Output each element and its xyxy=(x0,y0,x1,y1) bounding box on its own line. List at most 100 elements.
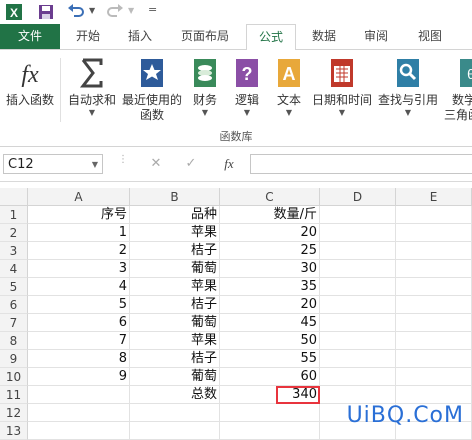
cell-c6[interactable]: 20 xyxy=(220,296,320,314)
cell-a11[interactable] xyxy=(28,386,130,404)
row-header[interactable]: 8 xyxy=(0,332,28,350)
tab-insert[interactable]: 插入 xyxy=(116,24,164,49)
cell-b7[interactable]: 葡萄 xyxy=(130,314,220,332)
enter-icon[interactable]: ✓ xyxy=(180,155,202,173)
cell-d9[interactable] xyxy=(320,350,396,368)
cell-e6[interactable] xyxy=(396,296,472,314)
formula-input[interactable] xyxy=(250,154,472,174)
column-header-c[interactable]: C xyxy=(220,188,320,206)
column-header-e[interactable]: E xyxy=(396,188,472,206)
cell-b2[interactable]: 苹果 xyxy=(130,224,220,242)
cell-a9[interactable]: 8 xyxy=(28,350,130,368)
insert-function-fx-icon[interactable]: fx xyxy=(216,155,242,173)
cell-e7[interactable] xyxy=(396,314,472,332)
recent-functions-button[interactable]: 最近使用的 函数 xyxy=(120,56,184,123)
row-header[interactable]: 3 xyxy=(0,242,28,260)
cell-d8[interactable] xyxy=(320,332,396,350)
undo-icon[interactable] xyxy=(66,3,86,21)
name-box[interactable]: C12 ▼ xyxy=(3,154,103,174)
cell-d10[interactable] xyxy=(320,368,396,386)
cell-b13[interactable] xyxy=(130,422,220,440)
cell-d4[interactable] xyxy=(320,260,396,278)
undo-dropdown-icon[interactable]: ▼ xyxy=(89,6,95,15)
cell-a1[interactable]: 序号 xyxy=(28,206,130,224)
cell-e10[interactable] xyxy=(396,368,472,386)
row-header[interactable]: 4 xyxy=(0,260,28,278)
text-functions-button[interactable]: A 文本 ▼ xyxy=(270,56,308,118)
column-header-d[interactable]: D xyxy=(320,188,396,206)
row-header[interactable]: 12 xyxy=(0,404,28,422)
row-header[interactable]: 5 xyxy=(0,278,28,296)
tab-file[interactable]: 文件 xyxy=(0,24,60,49)
redo-icon[interactable] xyxy=(105,3,125,21)
save-icon[interactable] xyxy=(37,3,55,21)
cell-c2[interactable]: 20 xyxy=(220,224,320,242)
cell-a2[interactable]: 1 xyxy=(28,224,130,242)
column-header-b[interactable]: B xyxy=(130,188,220,206)
cell-e5[interactable] xyxy=(396,278,472,296)
row-header[interactable]: 6 xyxy=(0,296,28,314)
cell-c13[interactable] xyxy=(220,422,320,440)
row-header[interactable]: 1 xyxy=(0,206,28,224)
cell-c10[interactable]: 60 xyxy=(220,368,320,386)
row-header[interactable]: 10 xyxy=(0,368,28,386)
cell-c3[interactable]: 25 xyxy=(220,242,320,260)
math-trig-button[interactable]: θ 数学 三角函 xyxy=(444,56,472,123)
chevron-down-icon[interactable]: ▼ xyxy=(92,155,98,175)
cell-b8[interactable]: 苹果 xyxy=(130,332,220,350)
cell-a5[interactable]: 4 xyxy=(28,278,130,296)
cell-c8[interactable]: 50 xyxy=(220,332,320,350)
column-header-a[interactable]: A xyxy=(28,188,130,206)
logical-button[interactable]: ? 逻辑 ▼ xyxy=(228,56,266,118)
cell-c9[interactable]: 55 xyxy=(220,350,320,368)
cell-e4[interactable] xyxy=(396,260,472,278)
tab-formulas[interactable]: 公式 xyxy=(246,24,296,51)
cell-a3[interactable]: 2 xyxy=(28,242,130,260)
cell-e1[interactable] xyxy=(396,206,472,224)
tab-data[interactable]: 数据 xyxy=(302,24,346,49)
cell-b5[interactable]: 苹果 xyxy=(130,278,220,296)
cell-c5[interactable]: 35 xyxy=(220,278,320,296)
cell-b1[interactable]: 品种 xyxy=(130,206,220,224)
cell-b6[interactable]: 桔子 xyxy=(130,296,220,314)
cell-a4[interactable]: 3 xyxy=(28,260,130,278)
row-header[interactable]: 9 xyxy=(0,350,28,368)
row-header[interactable]: 2 xyxy=(0,224,28,242)
row-header[interactable]: 11 xyxy=(0,386,28,404)
autosum-button[interactable]: 自动求和 ▼ xyxy=(64,56,120,118)
cell-b10[interactable]: 葡萄 xyxy=(130,368,220,386)
cell-d11[interactable] xyxy=(320,386,396,404)
cell-d3[interactable] xyxy=(320,242,396,260)
cell-b11[interactable]: 总数 xyxy=(130,386,220,404)
cell-e2[interactable] xyxy=(396,224,472,242)
cell-a13[interactable] xyxy=(28,422,130,440)
cell-e3[interactable] xyxy=(396,242,472,260)
cell-d7[interactable] xyxy=(320,314,396,332)
cell-d2[interactable] xyxy=(320,224,396,242)
tab-review[interactable]: 审阅 xyxy=(352,24,400,49)
cell-e11[interactable] xyxy=(396,386,472,404)
cell-a12[interactable] xyxy=(28,404,130,422)
lookup-reference-button[interactable]: 查找与引用 ▼ xyxy=(376,56,440,118)
row-header[interactable]: 13 xyxy=(0,422,28,440)
cell-e8[interactable] xyxy=(396,332,472,350)
cell-b12[interactable] xyxy=(130,404,220,422)
cell-d5[interactable] xyxy=(320,278,396,296)
tab-view[interactable]: 视图 xyxy=(406,24,454,49)
cell-a7[interactable]: 6 xyxy=(28,314,130,332)
financial-button[interactable]: 财务 ▼ xyxy=(186,56,224,118)
cell-a10[interactable]: 9 xyxy=(28,368,130,386)
customize-toolbar-icon[interactable]: = xyxy=(148,3,157,16)
insert-function-button[interactable]: fx 插入函数 xyxy=(4,56,56,108)
cell-a8[interactable]: 7 xyxy=(28,332,130,350)
cell-a6[interactable]: 5 xyxy=(28,296,130,314)
select-all-corner[interactable] xyxy=(0,188,28,206)
cell-d1[interactable] xyxy=(320,206,396,224)
cell-b4[interactable]: 葡萄 xyxy=(130,260,220,278)
cell-c1[interactable]: 数量/斤 xyxy=(220,206,320,224)
cell-b9[interactable]: 桔子 xyxy=(130,350,220,368)
cell-c11[interactable]: 340 xyxy=(220,386,320,404)
tab-home[interactable]: 开始 xyxy=(64,24,112,49)
row-header[interactable]: 7 xyxy=(0,314,28,332)
cell-e9[interactable] xyxy=(396,350,472,368)
